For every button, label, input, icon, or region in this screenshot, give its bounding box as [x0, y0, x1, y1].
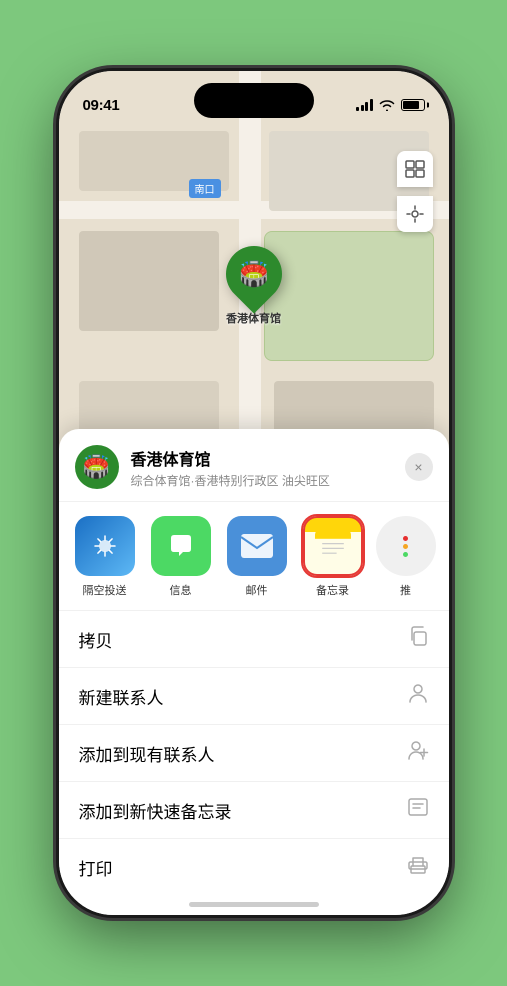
status-icons	[356, 99, 425, 111]
status-time: 09:41	[83, 97, 120, 114]
wifi-icon	[379, 99, 395, 111]
action-print[interactable]: 打印	[59, 838, 449, 895]
more-button[interactable]: 推	[371, 516, 441, 598]
sheet-header: 🏟️ 香港体育馆 综合体育馆·香港特别行政区 油尖旺区 ×	[59, 429, 449, 502]
notes-label: 备忘录	[316, 582, 349, 598]
venue-name: 香港体育馆	[131, 446, 393, 470]
action-print-label: 打印	[79, 855, 113, 880]
map-view-toggle-button[interactable]	[397, 151, 433, 187]
note-icon	[407, 796, 429, 824]
venue-subtitle: 综合体育馆·香港特别行政区 油尖旺区	[131, 472, 393, 489]
action-copy[interactable]: 拷贝	[59, 610, 449, 667]
map-controls	[397, 151, 433, 232]
home-indicator	[189, 902, 319, 907]
person-add-icon	[407, 739, 429, 767]
share-app-notes[interactable]: 备忘录	[295, 516, 371, 598]
pin-circle: 🏟️	[214, 234, 293, 313]
dynamic-island	[194, 83, 314, 118]
more-dots-icon	[403, 536, 408, 557]
person-icon	[407, 682, 429, 710]
airdrop-label: 隔空投送	[83, 582, 127, 598]
venue-info: 香港体育馆 综合体育馆·香港特别行政区 油尖旺区	[131, 446, 393, 489]
share-app-airdrop[interactable]: 隔空投送	[67, 516, 143, 598]
action-new-contact-label: 新建联系人	[79, 684, 164, 709]
airdrop-icon	[75, 516, 135, 576]
close-button[interactable]: ×	[405, 453, 433, 481]
mail-icon	[227, 516, 287, 576]
mail-label: 邮件	[246, 582, 268, 598]
action-new-contact[interactable]: 新建联系人	[59, 667, 449, 724]
action-quick-note[interactable]: 添加到新快速备忘录	[59, 781, 449, 838]
action-rows: 拷贝 新建联系人 添加到现有联系人	[59, 610, 449, 895]
action-add-to-existing[interactable]: 添加到现有联系人	[59, 724, 449, 781]
stadium-pin[interactable]: 🏟️ 香港体育馆	[226, 246, 282, 326]
map-label-nankou: 南口	[189, 179, 221, 198]
more-label: 推	[400, 582, 411, 598]
venue-icon: 🏟️	[75, 445, 119, 489]
signal-icon	[356, 99, 373, 111]
printer-icon	[407, 853, 429, 881]
bottom-sheet: 🏟️ 香港体育馆 综合体育馆·香港特别行政区 油尖旺区 × 隔空投送	[59, 429, 449, 915]
share-app-mail[interactable]: 邮件	[219, 516, 295, 598]
location-button[interactable]	[397, 196, 433, 232]
pin-icon: 🏟️	[239, 260, 269, 289]
messages-icon	[151, 516, 211, 576]
action-add-to-existing-label: 添加到现有联系人	[79, 741, 215, 766]
action-quick-note-label: 添加到新快速备忘录	[79, 798, 232, 823]
share-apps-row: 隔空投送 信息 邮件	[59, 502, 449, 610]
battery-icon	[401, 99, 425, 111]
action-copy-label: 拷贝	[79, 627, 113, 652]
notes-icon	[303, 516, 363, 576]
copy-icon	[407, 625, 429, 653]
phone-frame: 09:41 南口	[59, 71, 449, 915]
share-app-messages[interactable]: 信息	[143, 516, 219, 598]
more-circle-icon	[376, 516, 436, 576]
messages-label: 信息	[170, 582, 192, 598]
